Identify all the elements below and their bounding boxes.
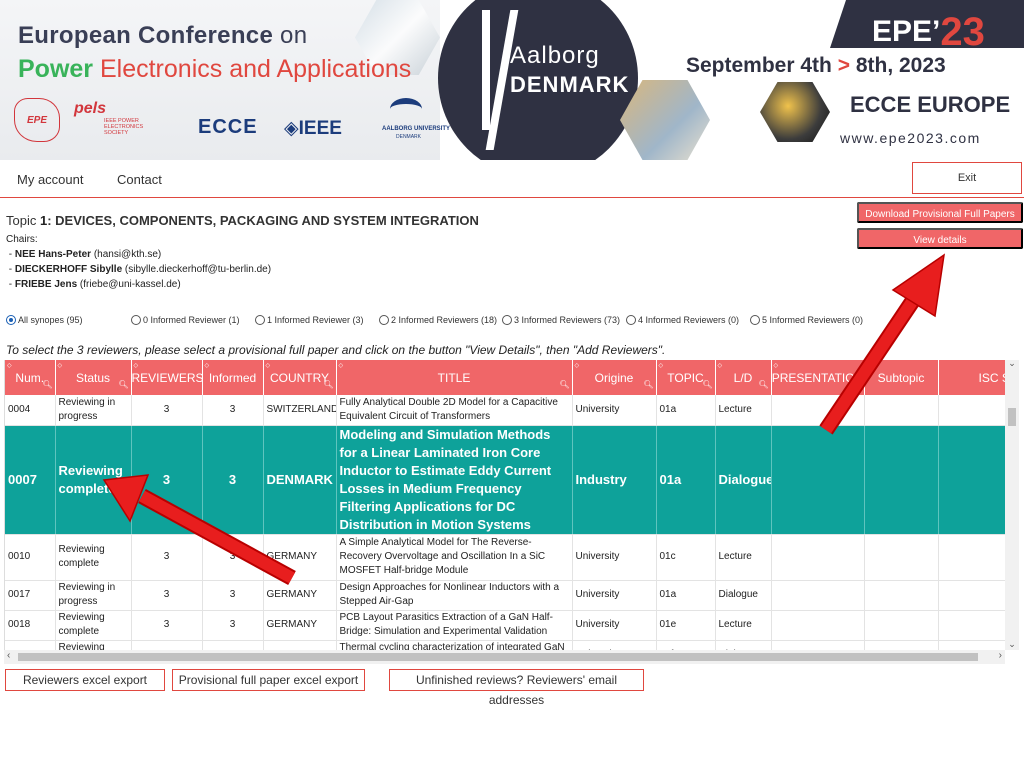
col-header-status[interactable]: ◇ Status 🔍︎ bbox=[55, 360, 132, 395]
search-icon: 🔍︎ bbox=[42, 380, 53, 389]
filter-0-informed[interactable]: 0 Informed Reviewer (1) bbox=[131, 315, 240, 325]
filter-2-informed[interactable]: 2 Informed Reviewers (18) bbox=[379, 315, 497, 325]
aau-wave-icon bbox=[390, 98, 422, 120]
reviewers-excel-export-button[interactable]: Reviewers excel export bbox=[5, 669, 165, 691]
sort-icon: ◇ bbox=[57, 363, 63, 369]
table-row[interactable]: 0017 Reviewing in progress 3 3 GERMANY D… bbox=[5, 580, 1005, 611]
banner-epe-logo: EPE’23 bbox=[872, 10, 985, 54]
col-header-origine[interactable]: ◇ Origine 🔍︎ bbox=[572, 360, 657, 395]
chair-item: - NEE Hans-Peter (hansi@kth.se) bbox=[6, 249, 162, 260]
sort-icon: ◇ bbox=[773, 363, 779, 369]
sort-icon: ◇ bbox=[204, 363, 210, 369]
chair-item: - FRIEBE Jens (friebe@uni-kassel.de) bbox=[6, 279, 181, 290]
search-icon: 🔍︎ bbox=[702, 380, 713, 389]
sort-icon: ◇ bbox=[338, 363, 344, 369]
top-navigation: My account Contact Exit bbox=[0, 160, 1024, 198]
scrollbar-thumb[interactable] bbox=[1008, 408, 1016, 426]
col-header-country[interactable]: ◇ COUNTRY 🔍︎ bbox=[263, 360, 337, 395]
search-icon: 🔍︎ bbox=[758, 380, 769, 389]
table-row[interactable]: 0010 Reviewing complete 3 3 GERMANY A Si… bbox=[5, 534, 1005, 581]
chevron-right-icon[interactable]: › bbox=[999, 650, 1002, 661]
exit-button[interactable]: Exit bbox=[912, 162, 1022, 194]
filter-5-informed[interactable]: 5 Informed Reviewers (0) bbox=[750, 315, 863, 325]
banner-photo-hexagon bbox=[760, 82, 830, 142]
horizontal-scrollbar[interactable]: ‹ › bbox=[4, 650, 1005, 664]
pels-logo-subtitle: IEEE POWER ELECTRONICS SOCIETY bbox=[104, 118, 144, 136]
chevron-down-icon[interactable]: ⌄ bbox=[1005, 639, 1019, 650]
radio-icon[interactable] bbox=[502, 315, 512, 325]
view-details-button[interactable]: View details bbox=[857, 228, 1023, 249]
col-header-reviewers[interactable]: ◇ REVIEWERS bbox=[131, 360, 203, 395]
chairs-list: Chairs: - NEE Hans-Peter (hansi@kth.se) … bbox=[6, 232, 271, 292]
col-header-topic[interactable]: ◇ TOPIC 🔍︎ bbox=[656, 360, 716, 395]
sort-icon: ◇ bbox=[658, 363, 664, 369]
col-header-subtopic[interactable]: Subtopic bbox=[864, 360, 939, 395]
radio-icon[interactable] bbox=[750, 315, 760, 325]
sponsor-logos: EPE pels IEEE POWER ELECTRONICS SOCIETY … bbox=[12, 98, 450, 148]
papers-table: ◇ Num. 🔍︎ ◇ Status 🔍︎ ◇ REVIEWERS ◇ Informed ◇… bbox=[5, 360, 1005, 650]
banner-right-panel: EPE’23 September 4th > 8th, 2023 ECCE EU… bbox=[660, 0, 1024, 160]
provisional-full-paper-excel-export-button[interactable]: Provisional full paper excel export bbox=[172, 669, 365, 691]
conference-banner: European Conference on Power Electronics… bbox=[0, 0, 1024, 160]
table-row-selected[interactable]: 0007 Reviewing complete 3 3 DENMARK Mode… bbox=[5, 425, 1005, 535]
col-header-title[interactable]: ◇ TITLE 🔍︎ bbox=[336, 360, 573, 395]
radio-icon[interactable] bbox=[379, 315, 389, 325]
chevron-up-icon[interactable]: ⌄ bbox=[1005, 358, 1019, 369]
vertical-scrollbar[interactable]: ⌄ ⌄ bbox=[1005, 358, 1019, 650]
filter-all-synopses[interactable]: All synopes (95) bbox=[6, 315, 83, 325]
table-row[interactable]: 0018 Reviewing complete 3 3 GERMANY PCB … bbox=[5, 610, 1005, 641]
table-row[interactable]: 0004 Reviewing in progress 3 3 SWITZERLA… bbox=[5, 395, 1005, 426]
search-icon: 🔍︎ bbox=[559, 380, 570, 389]
col-header-ld[interactable]: ◇ L/D 🔍︎ bbox=[715, 360, 772, 395]
epe-logo: EPE bbox=[14, 98, 60, 142]
contact-link[interactable]: Contact bbox=[117, 172, 162, 187]
col-header-num[interactable]: ◇ Num. 🔍︎ bbox=[5, 360, 56, 395]
ecce-logo: ECCE bbox=[198, 116, 258, 138]
banner-city: Aalborg bbox=[510, 42, 600, 69]
radio-icon[interactable] bbox=[255, 315, 265, 325]
search-icon: 🔍︎ bbox=[118, 380, 129, 389]
sort-icon: ◇ bbox=[133, 363, 139, 369]
scrollbar-thumb[interactable] bbox=[18, 653, 978, 661]
filter-4-informed[interactable]: 4 Informed Reviewers (0) bbox=[626, 315, 739, 325]
banner-dates: September 4th > 8th, 2023 bbox=[686, 54, 946, 77]
search-icon: 🔍︎ bbox=[323, 380, 334, 389]
ieee-logo: ◈IEEE bbox=[284, 118, 342, 139]
topic-heading: Topic 1: DEVICES, COMPONENTS, PACKAGING … bbox=[6, 213, 479, 228]
sort-icon: ◇ bbox=[574, 363, 580, 369]
banner-ecce-europe: ECCE EUROPE bbox=[850, 92, 1011, 117]
unfinished-reviews-email-button[interactable]: Unfinished reviews? Reviewers' email add… bbox=[389, 669, 644, 707]
table-row[interactable]: 0024 Reviewing complete 3 3 DENMARK Ther… bbox=[5, 640, 1005, 650]
papers-table-container[interactable]: ◇ Num. 🔍︎ ◇ Status 🔍︎ ◇ REVIEWERS ◇ Informed ◇… bbox=[4, 360, 1005, 650]
sort-icon: ◇ bbox=[7, 363, 12, 369]
search-icon: 🔍︎ bbox=[643, 380, 654, 389]
banner-k-stroke bbox=[482, 10, 490, 130]
banner-country: DENMARK bbox=[510, 72, 630, 97]
banner-url: www.epe2023.com bbox=[840, 130, 981, 146]
chairs-label: Chairs: bbox=[6, 234, 38, 245]
col-header-informed[interactable]: ◇ Informed bbox=[202, 360, 264, 395]
sort-icon: ◇ bbox=[717, 363, 723, 369]
col-header-isc-session[interactable]: ISC Session bbox=[938, 360, 1005, 395]
reviewer-filter-group: All synopes (95) 0 Informed Reviewer (1)… bbox=[6, 315, 906, 331]
table-header-row: ◇ Num. 🔍︎ ◇ Status 🔍︎ ◇ REVIEWERS ◇ Informed ◇… bbox=[5, 360, 1005, 395]
my-account-link[interactable]: My account bbox=[17, 172, 83, 187]
chair-item: - DIECKERHOFF Sibylle (sibylle.dieckerho… bbox=[6, 264, 272, 275]
filter-1-informed[interactable]: 1 Informed Reviewer (3) bbox=[255, 315, 364, 325]
instruction-text: To select the 3 reviewers, please select… bbox=[6, 343, 666, 357]
banner-title-line2: Power Electronics and Applications bbox=[18, 55, 412, 83]
banner-title-line1: European Conference on bbox=[18, 22, 308, 49]
download-provisional-papers-button[interactable]: Download Provisional Full Papers bbox=[857, 202, 1023, 223]
chevron-left-icon[interactable]: ‹ bbox=[7, 650, 10, 661]
col-header-presentation[interactable]: ◇ PRESENTATION bbox=[771, 360, 865, 395]
pels-logo: pels bbox=[74, 100, 107, 117]
radio-icon[interactable] bbox=[6, 315, 16, 325]
sort-icon: ◇ bbox=[265, 363, 271, 369]
radio-icon[interactable] bbox=[626, 315, 636, 325]
radio-icon[interactable] bbox=[131, 315, 141, 325]
filter-3-informed[interactable]: 3 Informed Reviewers (73) bbox=[502, 315, 620, 325]
